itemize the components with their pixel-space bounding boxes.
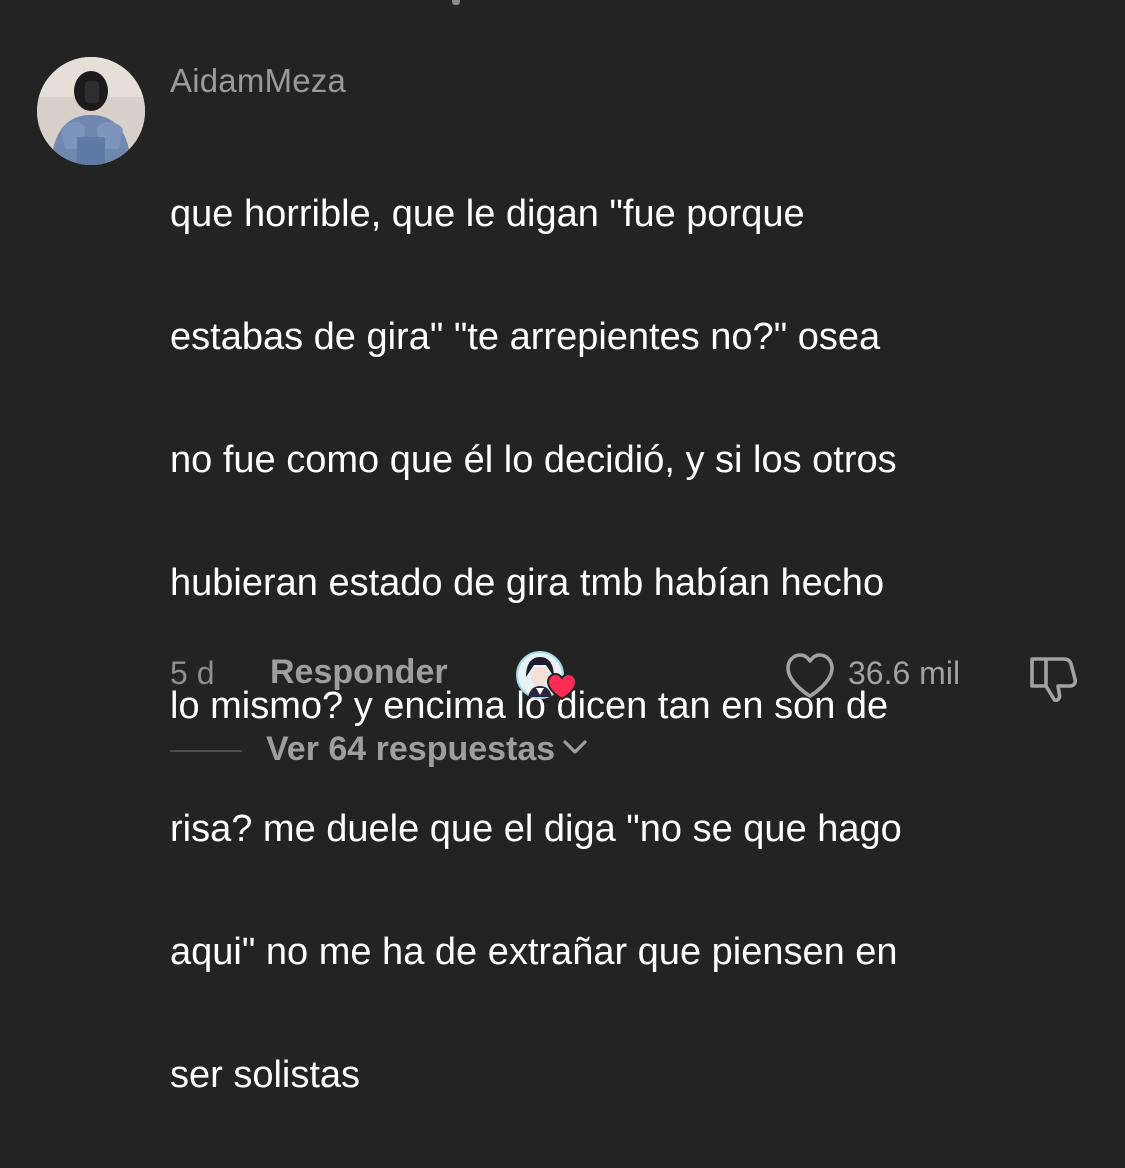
comment-timestamp: 5 d [170,655,215,691]
previous-comment-fragment [452,0,460,5]
comment-line: risa? me duele que el diga "no se que ha… [170,807,902,850]
reply-button[interactable]: Responder [270,653,448,692]
comment-line: hubieran estado de gira tmb habían hecho [170,561,885,604]
comment-line: aqui" no me ha de extrañar que piensen e… [170,930,898,973]
creator-liked-heart-icon [516,651,578,701]
comment-line: no fue como que él lo decidió, y si los … [170,438,897,481]
replies-divider [170,750,242,752]
thumbs-down-icon[interactable] [1026,651,1080,705]
replies-row: Ver 64 respuestas [0,722,1125,778]
like-count: 36.6 mil [848,655,961,691]
view-replies-label: Ver 64 respuestas [266,730,556,768]
comment-actions-row: 5 d Responder 36.6 mil [0,645,1125,705]
comment-line: que horrible, que le digan "fue porque [170,192,805,235]
avatar-photo [37,57,145,165]
comment-line: ser solistas [170,1053,361,1096]
chevron-down-icon [561,737,589,762]
avatar[interactable] [37,57,145,165]
comment-username[interactable]: AidamMeza [170,62,346,100]
view-replies-button[interactable]: Ver 64 respuestas [266,730,589,769]
heart-outline-icon[interactable] [784,651,836,701]
comment-line: estabas de gira" "te arrepientes no?" os… [170,315,881,358]
